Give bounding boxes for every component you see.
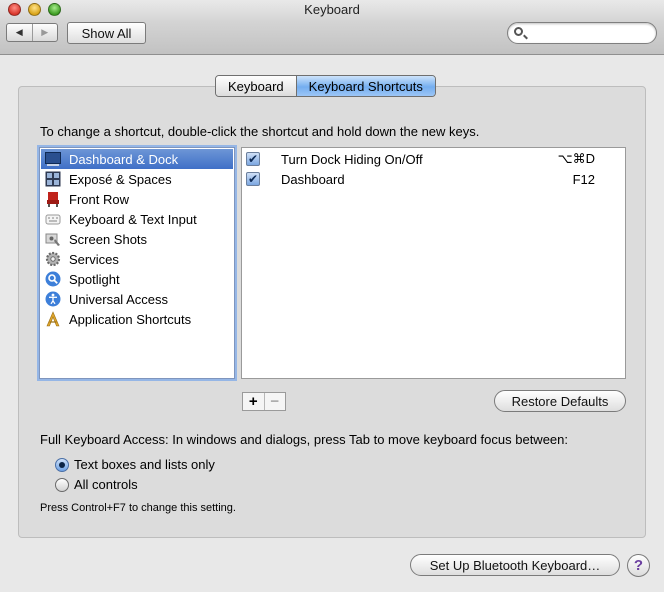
tab-keyboard[interactable]: Keyboard — [216, 76, 296, 96]
category-item-expose-spaces[interactable]: Exposé & Spaces — [41, 169, 233, 189]
search-field[interactable] — [507, 22, 657, 44]
instruction-text: To change a shortcut, double-click the s… — [40, 124, 480, 139]
add-remove-control: + − — [242, 392, 286, 411]
full-keyboard-access-label: Full Keyboard Access: In windows and dia… — [40, 432, 568, 447]
services-gear-icon — [45, 251, 61, 267]
radio-all-controls[interactable]: All controls — [55, 477, 138, 492]
tab-bar: Keyboard Keyboard Shortcuts — [215, 75, 436, 97]
category-item-application-shortcuts[interactable]: Application Shortcuts — [41, 309, 233, 329]
help-button[interactable]: ? — [627, 554, 650, 577]
category-label: Spotlight — [69, 271, 120, 287]
category-item-keyboard-text-input[interactable]: Keyboard & Text Input — [41, 209, 233, 229]
checkmark-icon: ✔ — [247, 152, 259, 166]
dashboard-dock-icon — [45, 151, 61, 167]
checkmark-icon: ✔ — [247, 172, 259, 186]
radio-label: Text boxes and lists only — [74, 457, 215, 472]
universal-access-icon — [45, 291, 61, 307]
search-input[interactable] — [528, 25, 648, 41]
category-item-dashboard-dock[interactable]: Dashboard & Dock — [41, 149, 233, 169]
remove-shortcut-button[interactable]: − — [263, 393, 286, 410]
add-shortcut-button[interactable]: + — [243, 393, 264, 410]
category-label: Front Row — [69, 191, 129, 207]
radio-button[interactable] — [55, 477, 69, 492]
category-label: Screen Shots — [69, 231, 148, 247]
category-label: Exposé & Spaces — [69, 171, 172, 187]
window-titlebar: Keyboard ◀ ▶ Show All — [0, 0, 664, 55]
expose-spaces-icon — [45, 171, 61, 187]
category-label: Application Shortcuts — [69, 311, 192, 327]
back-forward-control: ◀ ▶ — [6, 23, 58, 42]
category-item-screen-shots[interactable]: Screen Shots — [41, 229, 233, 249]
shortcut-row[interactable]: ✔ Turn Dock Hiding On/Off ⌥⌘D — [242, 149, 625, 169]
category-label: Services — [69, 251, 119, 267]
shortcut-row[interactable]: ✔ Dashboard F12 — [242, 169, 625, 189]
window-title: Keyboard — [304, 2, 360, 17]
keyboard-text-input-icon — [45, 211, 61, 227]
front-row-icon — [45, 191, 61, 207]
category-item-spotlight[interactable]: Spotlight — [41, 269, 233, 289]
forward-button[interactable]: ▶ — [31, 24, 58, 41]
radio-button-selected[interactable] — [55, 457, 69, 472]
shortcut-action: Dashboard — [281, 171, 345, 187]
radio-text-boxes-lists[interactable]: Text boxes and lists only — [55, 457, 215, 472]
shortcut-keys[interactable]: F12 — [573, 172, 595, 187]
shortcut-action: Turn Dock Hiding On/Off — [281, 151, 423, 167]
category-list[interactable]: Dashboard & Dock Exposé & Spaces Front R… — [39, 147, 235, 379]
screen-shots-icon — [45, 231, 61, 247]
radio-label: All controls — [74, 477, 138, 492]
restore-defaults-button[interactable]: Restore Defaults — [494, 390, 626, 412]
spotlight-icon — [45, 271, 61, 287]
search-icon — [514, 27, 523, 36]
enabled-checkbox[interactable]: ✔ — [246, 152, 260, 166]
category-item-universal-access[interactable]: Universal Access — [41, 289, 233, 309]
category-label: Universal Access — [69, 291, 168, 307]
setup-bluetooth-keyboard-button[interactable]: Set Up Bluetooth Keyboard… — [410, 554, 620, 576]
keyboard-access-hint: Press Control+F7 to change this setting. — [40, 502, 236, 514]
category-item-front-row[interactable]: Front Row — [41, 189, 233, 209]
category-item-services[interactable]: Services — [41, 249, 233, 269]
category-label: Keyboard & Text Input — [69, 211, 197, 227]
shortcut-list[interactable]: ✔ Turn Dock Hiding On/Off ⌥⌘D ✔ Dashboar… — [241, 147, 626, 379]
forward-arrow-icon: ▶ — [41, 27, 49, 37]
shortcut-keys[interactable]: ⌥⌘D — [558, 151, 595, 167]
back-arrow-icon: ◀ — [15, 27, 23, 37]
enabled-checkbox[interactable]: ✔ — [246, 172, 260, 186]
category-label: Dashboard & Dock — [69, 151, 179, 167]
back-button[interactable]: ◀ — [7, 24, 32, 41]
application-shortcuts-icon — [45, 311, 61, 327]
show-all-button[interactable]: Show All — [67, 22, 146, 44]
tab-keyboard-shortcuts[interactable]: Keyboard Shortcuts — [295, 76, 435, 96]
